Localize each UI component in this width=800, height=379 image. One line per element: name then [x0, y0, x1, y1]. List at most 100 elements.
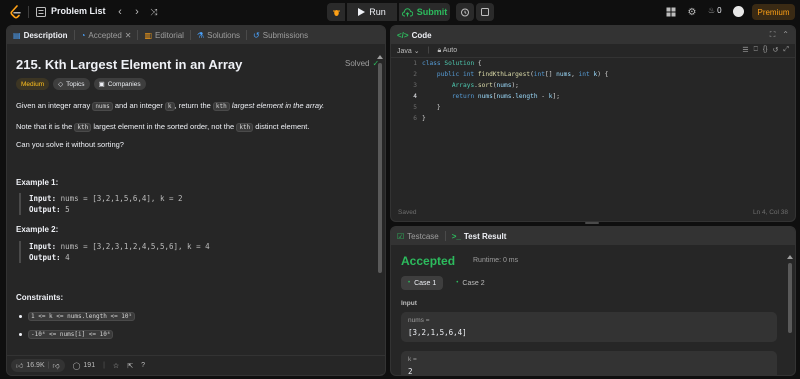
- random-problem-icon[interactable]: ⤨: [147, 5, 161, 19]
- problem-list-icon[interactable]: [36, 7, 46, 17]
- inline-code: kth: [212, 102, 230, 111]
- lock-icon: ▣: [98, 81, 105, 88]
- code-line[interactable]: class Solution {: [422, 60, 482, 68]
- case-2-tab[interactable]: • Case 2: [449, 276, 491, 290]
- input-value: [3,2,1,5,6,4]: [408, 328, 467, 337]
- topics-button[interactable]: ◇ Topics: [53, 78, 90, 90]
- top-bar: Problem List ‹ › ⤨ Run Submit ⚙ ♨ 0 Prem…: [0, 0, 800, 24]
- code-line[interactable]: }: [422, 115, 426, 123]
- tab-submissions[interactable]: ↺ Submissions: [253, 31, 308, 40]
- input-k-box[interactable]: k = 2: [401, 351, 777, 375]
- code-line[interactable]: return nums[nums.length - k];: [422, 93, 560, 101]
- note-paragraph: Note that it is the kth largest element …: [16, 122, 310, 132]
- star-icon[interactable]: ☆: [113, 362, 119, 370]
- scroll-up-icon[interactable]: [787, 255, 793, 259]
- format-icon[interactable]: ☰: [742, 46, 748, 54]
- pass-dot-icon: •: [408, 280, 411, 286]
- description-panel: ▤ Description ◔ Accepted ✕ ▥ Editorial ⚗…: [6, 25, 386, 376]
- problem-title[interactable]: 215. Kth Largest Element in an Array: [16, 57, 242, 72]
- line-number: 2: [413, 71, 417, 78]
- scroll-thumb[interactable]: [378, 63, 382, 273]
- case-label: Case 2: [462, 279, 485, 287]
- divider: |: [47, 362, 50, 369]
- output-label: Output:: [29, 253, 61, 262]
- run-label: Run: [369, 7, 386, 17]
- user-avatar[interactable]: [733, 6, 744, 17]
- like-count: 16.9K: [26, 362, 45, 369]
- mode-toggle[interactable]: 🔒︎ Auto: [437, 47, 457, 55]
- line-number: 5: [413, 104, 417, 111]
- mode-value: Auto: [442, 46, 458, 54]
- leetcode-logo-icon[interactable]: [9, 5, 22, 19]
- thumbs-down-icon[interactable]: 👎︎: [52, 361, 59, 370]
- tab-editorial[interactable]: ▥ Editorial: [144, 31, 183, 40]
- case-1-tab[interactable]: • Case 1: [401, 276, 444, 290]
- like-button[interactable]: 👍︎ 16.9K | 👎︎: [11, 359, 65, 372]
- tab-solutions[interactable]: ⚗ Solutions: [197, 31, 240, 40]
- tab-accepted[interactable]: ◔ Accepted ✕: [81, 31, 132, 40]
- reset-icon[interactable]: ↺: [773, 46, 779, 54]
- layout-grid-icon[interactable]: [665, 6, 677, 18]
- scroll-thumb[interactable]: [788, 263, 792, 333]
- save-status: Saved: [398, 208, 417, 216]
- checkbox-icon: ☑: [397, 231, 405, 241]
- tab-test-result[interactable]: >_ Test Result: [452, 232, 507, 241]
- run-button[interactable]: Run: [347, 3, 397, 21]
- accepted-icon: ◔: [80, 30, 86, 40]
- language-value: Java: [397, 47, 412, 55]
- code-editor[interactable]: 1 2 3 4 5 6 class Solution { public int …: [391, 60, 795, 205]
- problem-list-link[interactable]: Problem List: [51, 6, 106, 16]
- companies-button[interactable]: ▣ Companies: [93, 78, 146, 90]
- language-select[interactable]: Java ⌄: [397, 47, 420, 55]
- text: largest element in the sorted order, not…: [93, 122, 235, 131]
- scroll-up-icon[interactable]: [377, 55, 383, 59]
- fullscreen-icon[interactable]: ⤢: [783, 46, 789, 54]
- share-icon[interactable]: ⇱: [127, 362, 133, 370]
- comments-button[interactable]: ◯ 191: [73, 362, 96, 370]
- text: Given an integer array: [16, 101, 91, 110]
- play-icon: [358, 8, 366, 16]
- code-line[interactable]: }: [422, 104, 441, 112]
- timer-button[interactable]: [456, 3, 474, 21]
- editorial-icon: ▥: [144, 30, 153, 40]
- next-problem-icon[interactable]: ›: [130, 5, 144, 19]
- input-nums-box[interactable]: nums = [3,2,1,5,6,4]: [401, 312, 777, 342]
- code-line[interactable]: public int findKthLargest(int[] nums, in…: [422, 71, 608, 79]
- cursor-position: Ln 4, Col 38: [752, 208, 788, 216]
- help-icon[interactable]: ?: [141, 362, 145, 369]
- premium-button[interactable]: Premium: [752, 4, 795, 20]
- problem-tags: Medium ◇ Topics ▣ Companies: [16, 78, 146, 90]
- tab-testcase[interactable]: ☑ Testcase: [397, 232, 439, 241]
- tab-divider: [73, 30, 75, 40]
- settings-gear-icon[interactable]: ⚙: [686, 6, 698, 18]
- bookmark-icon[interactable]: ⎕: [754, 46, 758, 54]
- input-key: nums =: [408, 317, 430, 324]
- braces-icon[interactable]: {}: [763, 46, 768, 54]
- bullet-dot: [19, 315, 22, 318]
- tab-code[interactable]: </> Code: [397, 31, 432, 40]
- code-tabbar: </> Code ⛶ ⌃: [391, 26, 795, 44]
- text: distinct element.: [255, 122, 310, 131]
- code-brackets-icon: </>: [397, 30, 409, 40]
- streak-counter[interactable]: ♨ 0: [708, 6, 722, 15]
- notes-button[interactable]: [476, 3, 494, 21]
- submit-button[interactable]: Submit: [399, 3, 450, 21]
- constraint-item: -10⁴ <= nums[i] <= 10⁴: [19, 330, 114, 339]
- tab-description[interactable]: ▤ Description: [13, 31, 68, 40]
- text: and an integer: [114, 101, 163, 110]
- chevron-down-icon: ⌄: [413, 47, 420, 55]
- code-line[interactable]: Arrays.sort(nums);: [422, 82, 519, 90]
- close-icon[interactable]: ✕: [125, 31, 132, 40]
- debug-button[interactable]: [327, 3, 345, 21]
- panel-resize-handle[interactable]: [585, 222, 599, 224]
- collapse-icon[interactable]: ⌃: [782, 30, 789, 40]
- tab-label: Testcase: [407, 231, 439, 241]
- result-scrollbar[interactable]: [787, 255, 793, 375]
- description-scrollbar[interactable]: [377, 55, 383, 375]
- example-1-block: Input: nums = [3,2,1,5,6,4], k = 2 Outpu…: [19, 193, 183, 215]
- solved-label: Solved: [345, 59, 370, 68]
- case-label: Case 1: [414, 279, 437, 287]
- maximize-icon[interactable]: ⛶: [770, 30, 776, 40]
- prev-problem-icon[interactable]: ‹: [113, 5, 127, 19]
- output-label: Output:: [29, 205, 61, 214]
